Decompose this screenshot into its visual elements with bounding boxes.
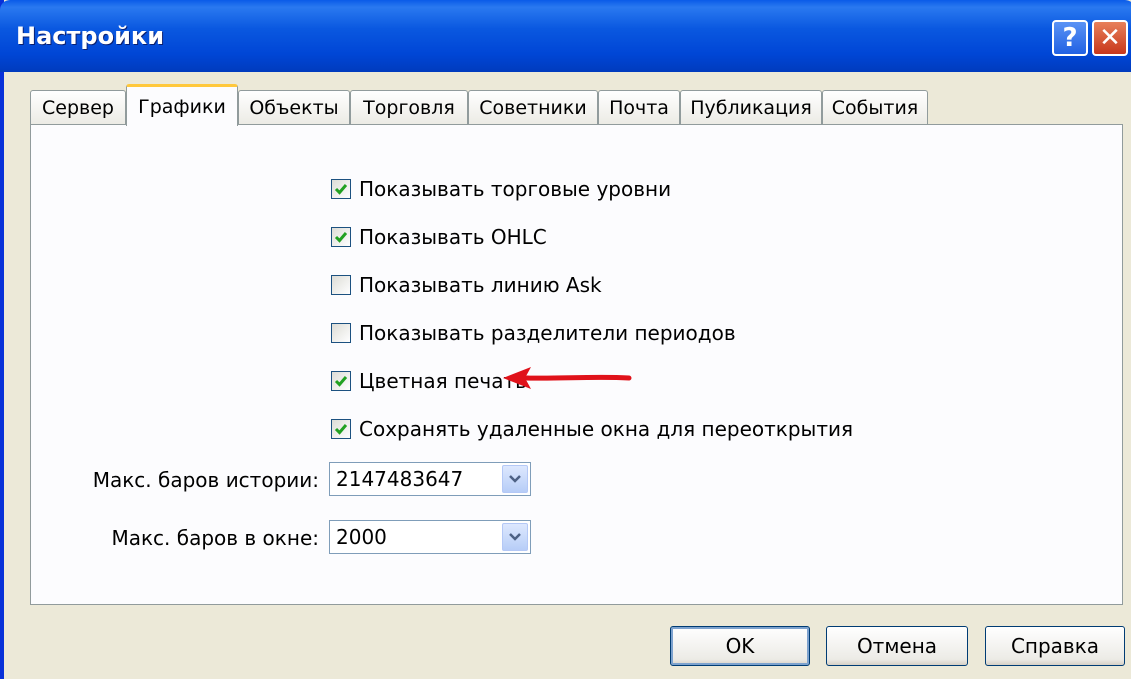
max-history-bars-combo[interactable]: 2147483647: [329, 462, 531, 496]
max-window-bars-combo[interactable]: 2000: [329, 520, 531, 554]
checkbox[interactable]: [331, 275, 351, 295]
cancel-button[interactable]: Отмена: [826, 626, 968, 666]
max-history-bars-label: Макс. баров истории:: [92, 468, 319, 492]
tab-publisher[interactable]: Публикация: [680, 90, 822, 124]
tab-events[interactable]: События: [822, 90, 928, 124]
max-window-bars-label: Макс. баров в окне:: [111, 526, 319, 550]
chevron-down-icon[interactable]: [502, 523, 528, 551]
tab-experts[interactable]: Советники: [468, 90, 598, 124]
combo-value: 2000: [336, 525, 387, 549]
option-show-trade-levels[interactable]: Показывать торговые уровни: [331, 176, 671, 202]
window-title: Настройки: [16, 22, 165, 50]
option-label: Показывать разделители периодов: [359, 321, 736, 345]
option-show-ohlc[interactable]: Показывать OHLC: [331, 224, 547, 250]
ok-button[interactable]: OK: [670, 626, 810, 666]
title-bar[interactable]: Настройки ? ✕: [0, 0, 1131, 72]
option-label: Показывать торговые уровни: [359, 177, 672, 201]
checkmark-icon: [334, 376, 348, 387]
option-show-period-separators[interactable]: Показывать разделители периодов: [331, 320, 736, 346]
red-arrow-icon: [503, 367, 632, 389]
checkbox[interactable]: [331, 323, 351, 343]
tab-objects[interactable]: Объекты: [238, 90, 350, 124]
help-icon[interactable]: ?: [1052, 20, 1088, 56]
option-color-print[interactable]: Цветная печать: [331, 368, 527, 394]
option-show-ask-line[interactable]: Показывать линию Ask: [331, 272, 602, 298]
checkbox[interactable]: [331, 179, 351, 199]
settings-dialog: Настройки ? ✕ Сервер Графики Объекты Тор…: [0, 0, 1131, 679]
tab-mail[interactable]: Почта: [598, 90, 680, 124]
checkbox[interactable]: [331, 227, 351, 247]
option-save-deleted-windows[interactable]: Сохранять удаленные окна для переоткрыти…: [331, 416, 853, 442]
help-button[interactable]: Справка: [985, 626, 1125, 666]
checkbox[interactable]: [331, 371, 351, 391]
checkmark-icon: [334, 232, 348, 243]
option-label: Сохранять удаленные окна для переоткрыти…: [359, 417, 854, 441]
chevron-down-icon[interactable]: [502, 465, 528, 493]
combo-value: 2147483647: [336, 467, 464, 491]
close-icon[interactable]: ✕: [1092, 20, 1128, 56]
checkmark-icon: [334, 184, 348, 195]
checkbox[interactable]: [331, 419, 351, 439]
tab-server[interactable]: Сервер: [30, 90, 126, 124]
checkmark-icon: [334, 424, 348, 435]
tab-charts[interactable]: Графики: [126, 84, 238, 126]
option-label: Показывать линию Ask: [359, 273, 602, 297]
tab-trading[interactable]: Торговля: [350, 90, 468, 124]
option-label: Показывать OHLC: [359, 225, 547, 249]
